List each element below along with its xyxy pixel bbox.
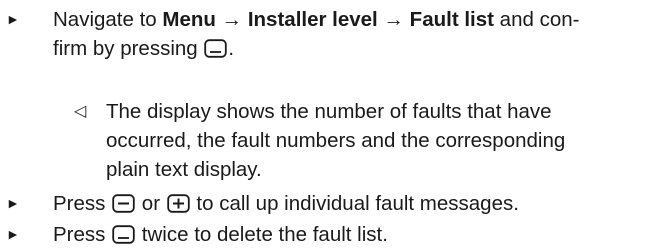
step-bullet: ► [6,11,20,27]
step-3-suffix: twice to delete the fault list. [136,223,388,246]
ok-key-icon [204,39,228,58]
step-1-line2-prefix: firm by pressing [53,37,204,60]
result-line-3: plain text display. [106,158,262,181]
result-1-text: The display shows the number of faults t… [106,97,597,184]
step-bullet: ► [6,195,20,211]
step-1-period: . [228,37,235,60]
ok-key-icon [112,225,135,244]
result-line-1: The display shows the number of faults t… [106,100,552,123]
step-2-or: or [136,192,166,215]
menu-label: Menu [162,8,216,31]
nav-arrow: → [215,8,248,31]
result-marker: ◁ [74,103,87,120]
step-2-prefix: Press [53,192,112,215]
step-1-text: Navigate to Menu → Installer level → Fau… [53,5,643,63]
fault-list-label: Fault list [409,8,494,31]
step-3-prefix: Press [53,223,112,246]
step-1-suffix: and con- [493,8,580,31]
nav-arrow: → [377,8,410,31]
step-3-text: Press twice to delete the fault list. [53,220,643,249]
minus-key-icon [112,194,135,213]
result-line-2: occurred, the fault numbers and the corr… [106,129,566,152]
step-1-prefix: Navigate to [53,8,163,31]
plus-key-icon [167,194,190,213]
step-bullet: ► [6,226,20,242]
step-2-text: Press or to call up individual fault mes… [53,189,643,218]
step-2-suffix: to call up individual fault messages. [190,192,519,215]
installer-level-label: Installer level [247,8,378,31]
